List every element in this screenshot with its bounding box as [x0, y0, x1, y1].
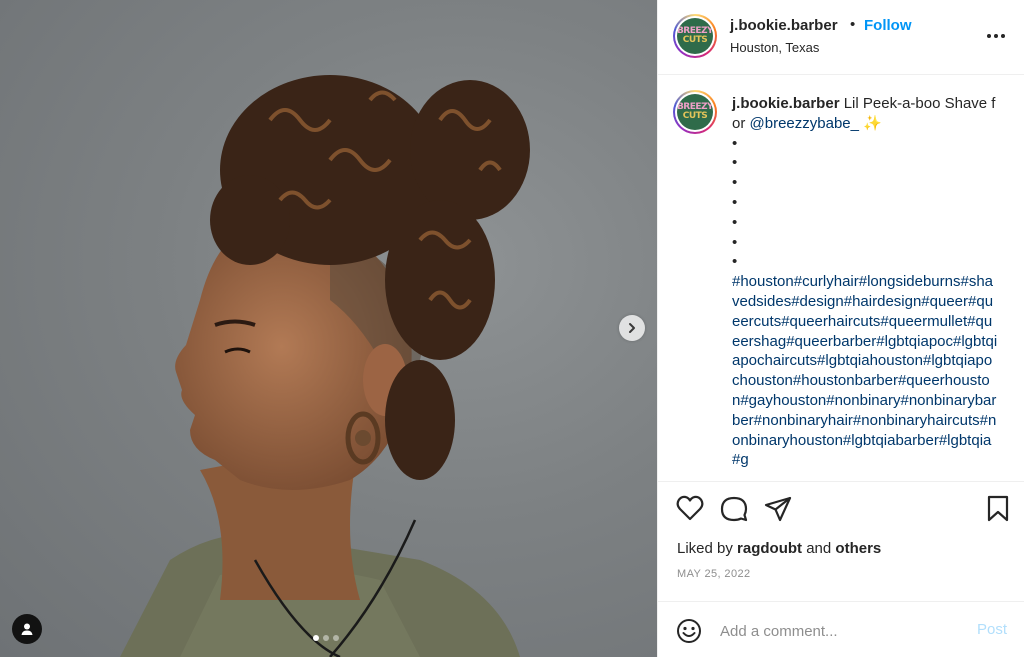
likes-summary: Liked by ragdoubt and others	[677, 540, 881, 557]
liker-username[interactable]: ragdoubt	[737, 540, 802, 557]
caption-dot: •	[732, 134, 738, 152]
like-button[interactable]	[676, 495, 704, 526]
caption-dot: •	[732, 193, 738, 211]
post-caption: BREEZY CUTS j.bookie.barber Lil Peek-a-bo…	[658, 76, 1024, 480]
caption-dot: •	[732, 213, 738, 231]
carousel-indicator	[313, 635, 339, 641]
emoji-button[interactable]	[676, 618, 702, 644]
author-username[interactable]: j.bookie.barber	[730, 17, 838, 34]
caption-dot: •	[732, 154, 738, 172]
comment-input[interactable]	[720, 620, 960, 642]
more-options-button[interactable]	[984, 26, 1008, 46]
save-button[interactable]	[986, 495, 1010, 528]
caption-dot: •	[732, 174, 738, 192]
bookmark-icon	[987, 495, 1009, 522]
post-comment-button[interactable]: Post	[977, 621, 1007, 638]
carousel-dot-active	[313, 635, 319, 641]
caption-dot: •	[732, 253, 738, 271]
share-button[interactable]	[764, 495, 792, 528]
comment-button[interactable]	[720, 495, 748, 528]
post-media[interactable]	[0, 0, 657, 657]
carousel-dot	[323, 635, 329, 641]
header-separator: •	[850, 16, 856, 33]
caption-avatar[interactable]: BREEZY CUTS	[673, 90, 717, 134]
comment-bar: Post	[658, 601, 1024, 657]
post-photo	[120, 75, 530, 657]
likes-others-link[interactable]: others	[835, 540, 881, 557]
share-icon	[764, 496, 792, 522]
caption-text: j.bookie.barber Lil Peek-a-boo Shave for…	[732, 94, 998, 470]
carousel-next-button[interactable]	[619, 315, 645, 341]
post-header: BREEZY CUTS j.bookie.barber • Follow Hous…	[658, 0, 1024, 75]
author-avatar[interactable]: BREEZY CUTS	[673, 14, 717, 58]
comment-icon	[720, 496, 748, 522]
post-actions: Liked by ragdoubt and others MAY 25, 202…	[658, 481, 1024, 601]
emoji-icon	[677, 619, 701, 643]
breezy-cuts-logo: BREEZY CUTS	[677, 94, 713, 130]
caption-dot: •	[732, 233, 738, 251]
heart-icon	[676, 495, 704, 521]
follow-button[interactable]: Follow	[864, 17, 912, 34]
caption-mention[interactable]: @breezzybabe_	[750, 115, 859, 132]
more-horizontal-icon	[987, 34, 1005, 38]
chevron-right-icon	[629, 323, 635, 333]
caption-username[interactable]: j.bookie.barber	[732, 95, 840, 112]
post-date[interactable]: MAY 25, 2022	[677, 568, 751, 580]
post-side-panel: BREEZY CUTS j.bookie.barber • Follow Hous…	[657, 0, 1024, 657]
caption-hashtags[interactable]: #houston#curlyhair#longsideburns#shaveds…	[732, 272, 998, 470]
user-tag-icon	[21, 623, 33, 635]
breezy-cuts-logo: BREEZY CUTS	[677, 18, 713, 54]
post-location[interactable]: Houston, Texas	[730, 40, 819, 55]
sparkle-emoji: ✨	[863, 114, 882, 132]
likes-conjunction: and	[806, 540, 832, 557]
tagged-users-button[interactable]	[12, 614, 42, 644]
likes-prefix: Liked by	[677, 540, 733, 557]
carousel-dot	[333, 635, 339, 641]
